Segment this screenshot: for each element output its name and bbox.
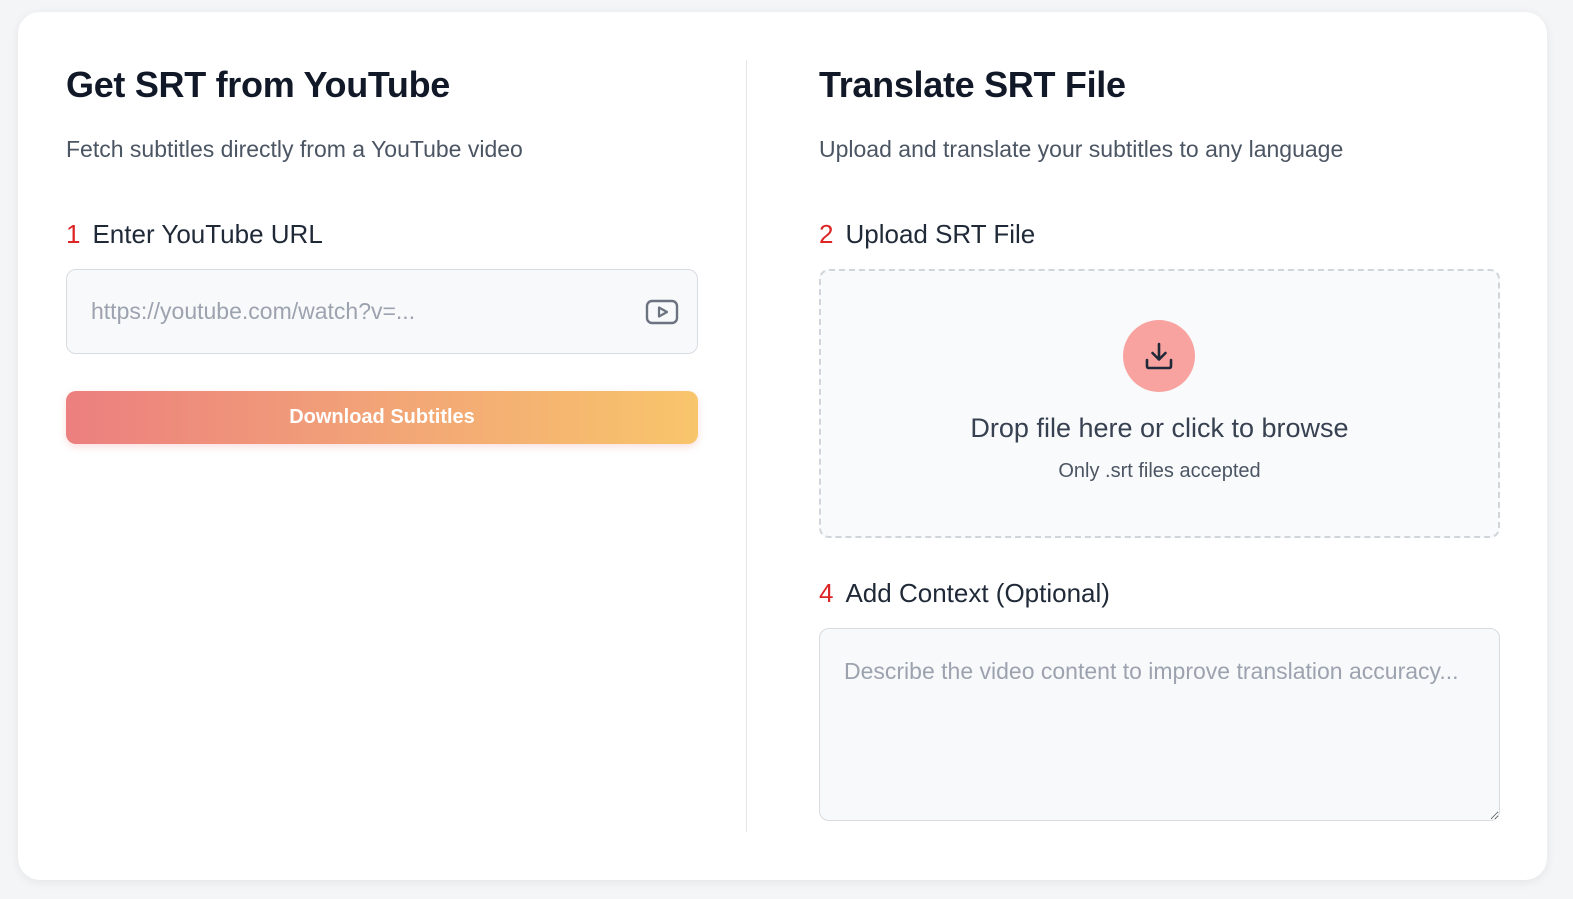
- download-arrow-icon: [1123, 320, 1195, 392]
- youtube-url-input[interactable]: [91, 298, 645, 325]
- youtube-panel-subtitle: Fetch subtitles directly from a YouTube …: [66, 136, 523, 162]
- step-enter-url: 1 Enter YouTube URL: [66, 219, 323, 250]
- youtube-url-field[interactable]: [66, 269, 698, 354]
- panel-divider: [746, 60, 747, 832]
- translate-panel-subtitle: Upload and translate your subtitles to a…: [819, 136, 1344, 162]
- step-label: Upload SRT File: [845, 219, 1036, 249]
- step-add-context: 4 Add Context (Optional): [819, 578, 1110, 609]
- step-label: Add Context (Optional): [845, 578, 1110, 608]
- srt-file-dropzone[interactable]: Drop file here or click to browse Only .…: [819, 269, 1500, 538]
- youtube-play-icon: [645, 298, 679, 326]
- step-upload-srt: 2 Upload SRT File: [819, 219, 1035, 250]
- step-number: 2: [819, 219, 834, 249]
- main-card: Get SRT from YouTube Fetch subtitles dir…: [18, 12, 1547, 880]
- step-number: 1: [66, 219, 81, 249]
- download-subtitles-button[interactable]: Download Subtitles: [66, 391, 698, 444]
- dropzone-text: Drop file here or click to browse: [970, 413, 1349, 443]
- translate-panel-title: Translate SRT File: [819, 64, 1126, 105]
- dropzone-hint: Only .srt files accepted: [1058, 460, 1261, 482]
- context-textarea[interactable]: [819, 628, 1500, 821]
- youtube-panel-title: Get SRT from YouTube: [66, 64, 451, 105]
- step-number: 4: [819, 578, 834, 608]
- step-label: Enter YouTube URL: [92, 219, 323, 249]
